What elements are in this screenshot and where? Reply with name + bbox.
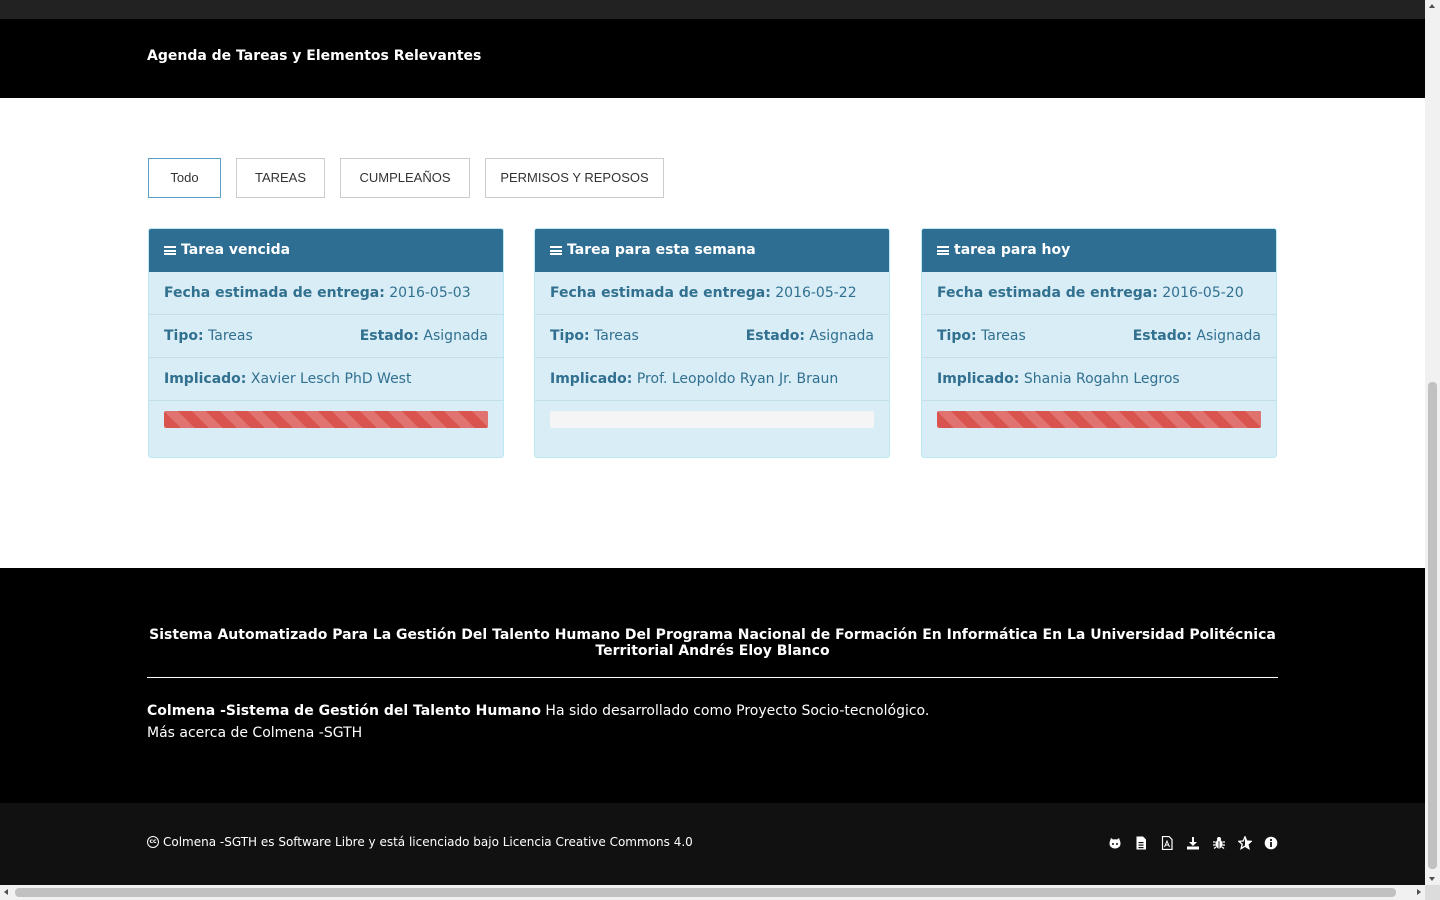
- scroll-down-icon[interactable]: [1429, 877, 1435, 881]
- due-date-value: 2016-05-22: [775, 285, 857, 301]
- type-value: Tareas: [981, 328, 1026, 344]
- more-about-link[interactable]: Más acerca de Colmena -SGTH: [147, 725, 362, 741]
- task-card-title: Tarea para esta semana: [567, 242, 756, 258]
- status-value: Asignada: [423, 328, 488, 344]
- vertical-scroll-thumb[interactable]: [1428, 382, 1437, 869]
- filter-all-button[interactable]: Todo: [148, 158, 221, 198]
- site-footer: Sistema Automatizado Para La Gestión Del…: [0, 568, 1425, 803]
- horizontal-scroll-thumb[interactable]: [15, 888, 1396, 897]
- type-status-row: Tipo: Tareas Estado: Asignada: [535, 315, 889, 358]
- page-header: Agenda de Tareas y Elementos Relevantes: [0, 19, 1425, 98]
- filter-permissions-button[interactable]: PERMISOS Y REPOSOS: [485, 158, 664, 198]
- due-date-row: Fecha estimada de entrega: 2016-05-22: [535, 272, 889, 315]
- filter-tasks-button[interactable]: TAREAS: [236, 158, 325, 198]
- browser-top-strip: [0, 0, 1425, 19]
- task-card-title: tarea para hoy: [954, 242, 1071, 258]
- list-icon: [937, 245, 949, 256]
- involved-label: Implicado:: [937, 371, 1020, 387]
- task-card: Tarea para esta semana Fecha estimada de…: [534, 228, 890, 458]
- involved-value: Shania Rogahn Legros: [1023, 371, 1180, 387]
- horizontal-scrollbar[interactable]: [0, 885, 1425, 900]
- bug-icon[interactable]: [1212, 836, 1226, 850]
- due-date-label: Fecha estimada de entrega:: [937, 285, 1158, 301]
- task-card-title: Tarea vencida: [181, 242, 291, 258]
- footer-description: Colmena -Sistema de Gestión del Talento …: [147, 700, 929, 744]
- info-icon[interactable]: [1264, 836, 1278, 850]
- due-date-row: Fecha estimada de entrega: 2016-05-20: [922, 272, 1276, 315]
- star-icon[interactable]: [1238, 836, 1252, 850]
- progress-bar-track: [164, 411, 488, 428]
- type-label: Tipo:: [937, 328, 977, 344]
- type-status-row: Tipo: Tareas Estado: Asignada: [922, 315, 1276, 358]
- github-icon[interactable]: [1108, 836, 1122, 850]
- due-date-label: Fecha estimada de entrega:: [164, 285, 385, 301]
- page-title: Agenda de Tareas y Elementos Relevantes: [147, 48, 482, 64]
- due-date-value: 2016-05-03: [389, 285, 471, 301]
- footer-title: Sistema Automatizado Para La Gestión Del…: [149, 627, 1276, 659]
- task-card-header[interactable]: Tarea vencida: [149, 229, 503, 272]
- involved-row: Implicado: Shania Rogahn Legros: [922, 358, 1276, 401]
- footer-brand: Colmena -Sistema de Gestión del Talento …: [147, 703, 541, 719]
- vertical-scrollbar[interactable]: [1425, 0, 1440, 885]
- progress-bar: [164, 411, 488, 428]
- license-text[interactable]: Colmena -SGTH es Software Libre y está l…: [163, 835, 693, 849]
- creative-commons-icon: cc: [147, 836, 159, 848]
- scroll-right-icon[interactable]: [1417, 889, 1421, 895]
- scroll-left-icon[interactable]: [4, 889, 8, 895]
- involved-label: Implicado:: [164, 371, 247, 387]
- status-label: Estado:: [745, 328, 805, 344]
- filter-birthdays-button[interactable]: CUMPLEAÑOS: [340, 158, 470, 198]
- task-card: Tarea vencida Fecha estimada de entrega:…: [148, 228, 504, 458]
- task-card: tarea para hoy Fecha estimada de entrega…: [921, 228, 1277, 458]
- due-date-label: Fecha estimada de entrega:: [550, 285, 771, 301]
- type-status-row: Tipo: Tareas Estado: Asignada: [149, 315, 503, 358]
- document-icon[interactable]: [1134, 836, 1148, 850]
- type-value: Tareas: [208, 328, 253, 344]
- download-icon[interactable]: [1186, 836, 1200, 850]
- footer-description-text: Ha sido desarrollado como Proyecto Socio…: [540, 703, 930, 719]
- status-value: Asignada: [1196, 328, 1261, 344]
- progress-bar: [937, 411, 1261, 428]
- status-label: Estado:: [359, 328, 419, 344]
- progress-bar-track: [937, 411, 1261, 428]
- license-notice: cc Colmena -SGTH es Software Libre y est…: [147, 835, 693, 849]
- status-value: Asignada: [809, 328, 874, 344]
- list-icon: [164, 245, 176, 256]
- task-card-header[interactable]: Tarea para esta semana: [535, 229, 889, 272]
- list-icon: [550, 245, 562, 256]
- involved-label: Implicado:: [550, 371, 633, 387]
- involved-value: Xavier Lesch PhD West: [250, 371, 412, 387]
- pdf-icon[interactable]: [1160, 836, 1174, 850]
- involved-value: Prof. Leopoldo Ryan Jr. Braun: [636, 371, 839, 387]
- due-date-value: 2016-05-20: [1162, 285, 1244, 301]
- involved-row: Implicado: Prof. Leopoldo Ryan Jr. Braun: [535, 358, 889, 401]
- status-label: Estado:: [1132, 328, 1192, 344]
- progress-bar-track: [550, 411, 874, 428]
- due-date-row: Fecha estimada de entrega: 2016-05-03: [149, 272, 503, 315]
- task-card-header[interactable]: tarea para hoy: [922, 229, 1276, 272]
- scrollbar-corner: [1425, 885, 1440, 900]
- footer-divider: [147, 677, 1278, 678]
- bottom-bar: cc Colmena -SGTH es Software Libre y est…: [0, 803, 1425, 885]
- scroll-up-icon[interactable]: [1429, 4, 1435, 8]
- type-value: Tareas: [594, 328, 639, 344]
- type-label: Tipo:: [550, 328, 590, 344]
- type-label: Tipo:: [164, 328, 204, 344]
- involved-row: Implicado: Xavier Lesch PhD West: [149, 358, 503, 401]
- footer-icon-links: [1108, 836, 1278, 850]
